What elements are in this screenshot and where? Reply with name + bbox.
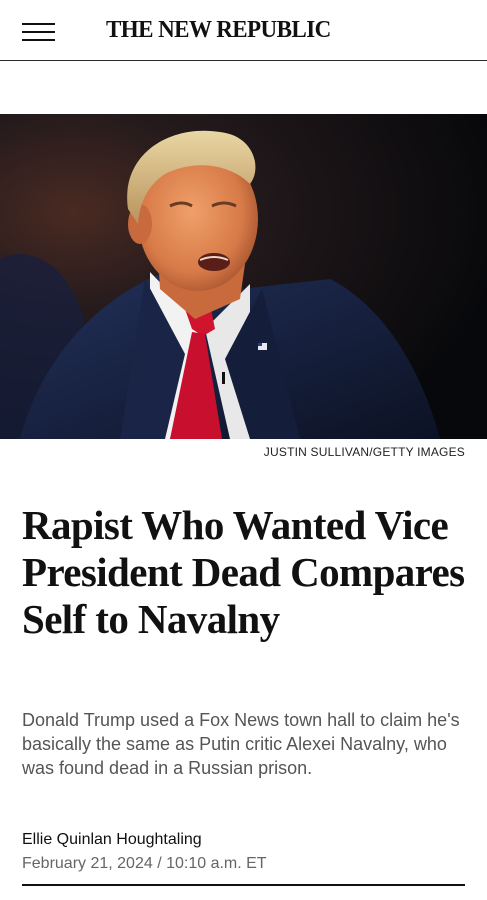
photo-credit: JUSTIN SULLIVAN/GETTY IMAGES [263,445,465,459]
hero-photo [0,114,487,439]
byline-divider [22,884,465,886]
header-divider [0,60,487,61]
author-byline[interactable]: Ellie Quinlan Houghtaling [22,831,202,849]
hamburger-menu-icon[interactable] [22,23,55,41]
site-header: THE NEW REPUBLIC [0,0,487,60]
site-logo[interactable]: THE NEW REPUBLIC [106,17,378,44]
article-headline: Rapist Who Wanted Vice President Dead Co… [22,502,465,642]
publish-date: February 21, 2024 / 10:10 a.m. ET [22,855,267,872]
article-dek: Donald Trump used a Fox News town hall t… [22,710,460,778]
